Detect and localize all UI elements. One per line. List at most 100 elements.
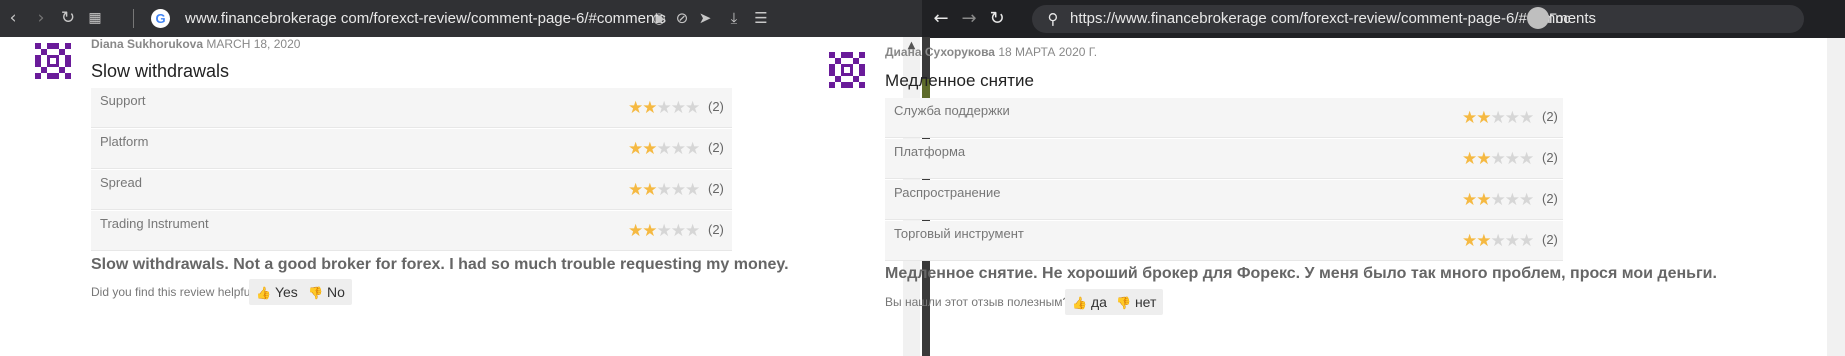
address-bar-url[interactable]: www.financebrokerage com/forexct-review/… (185, 9, 666, 28)
star-icon[interactable]: ★ (685, 139, 700, 159)
star-icon[interactable]: ★ (642, 139, 657, 159)
rating-label: Платформа (894, 144, 966, 159)
rating-label: Platform (100, 134, 149, 149)
reload-icon[interactable]: ↻ (986, 8, 1008, 30)
rating-label: Служба поддержки (894, 103, 1010, 118)
profile-avatar-icon[interactable] (1527, 7, 1549, 29)
rating-count: (2) (708, 99, 724, 114)
star-icon[interactable]: ★ (642, 221, 657, 241)
star-icon[interactable]: ★ (1462, 108, 1477, 128)
star-icon[interactable]: ★ (1505, 231, 1520, 251)
camera-icon[interactable]: ◉ (648, 7, 670, 29)
rating-row: Торговый инструмент ★★★★★ (2) (885, 221, 1563, 261)
block-icon[interactable]: ⊘ (671, 7, 693, 29)
forward-arrow-icon[interactable]: › (30, 7, 52, 29)
star-icon[interactable]: ★ (628, 221, 643, 241)
left-browser-window: ‹ › ↻ ▦ G www.financebrokerage com/forex… (0, 0, 922, 356)
right-scrollbar[interactable] (1827, 38, 1845, 356)
address-bar-url[interactable]: https://www.financebrokerage com/forexct… (1070, 10, 1596, 28)
review-title: Медленное снятие (885, 71, 1034, 90)
star-rating[interactable]: ★★★★★ (1462, 149, 1534, 169)
review-author: Diana Sukhorukova MARCH 18, 2020 (91, 37, 300, 51)
helpful-no-button[interactable]: 👎 No (301, 279, 352, 305)
star-icon[interactable]: ★ (1462, 149, 1477, 169)
star-icon[interactable]: ★ (671, 98, 686, 118)
star-icon[interactable]: ★ (671, 180, 686, 200)
helpful-yes-button[interactable]: 👍 да (1065, 289, 1114, 315)
star-rating[interactable]: ★★★★★ (628, 221, 700, 241)
star-icon[interactable]: ★ (1462, 231, 1477, 251)
star-icon[interactable]: ★ (1505, 149, 1520, 169)
rating-row: Платформа ★★★★★ (2) (885, 139, 1563, 179)
star-icon[interactable]: ★ (685, 180, 700, 200)
review-title: Slow withdrawals (91, 61, 230, 81)
omnibox[interactable]: ⚲ https://www.financebrokerage com/forex… (1032, 5, 1804, 33)
right-toolbar: ← → ↻ ⚲ https://www.financebrokerage com… (922, 0, 1845, 38)
rating-label: Support (100, 93, 146, 108)
reload-icon[interactable]: ↻ (57, 7, 79, 29)
star-icon[interactable]: ★ (1476, 190, 1491, 210)
review-author: Диана Сухорукова 18 МАРТА 2020 Г. (885, 45, 1097, 59)
star-icon[interactable]: ★ (628, 139, 643, 159)
star-icon[interactable]: ★ (1491, 190, 1506, 210)
star-icon[interactable]: ★ (628, 98, 643, 118)
download-icon[interactable]: ⤓ (723, 7, 745, 29)
helpful-question: Did you find this review helpful? (91, 285, 260, 299)
rating-count: (2) (1542, 150, 1558, 165)
star-icon[interactable]: ★ (657, 139, 672, 159)
helpful-no-button[interactable]: 👎 нет (1109, 289, 1164, 315)
star-icon[interactable]: ★ (1491, 231, 1506, 251)
thumbs-down-icon: 👎 (308, 286, 323, 300)
star-icon[interactable]: ★ (1476, 149, 1491, 169)
helpful-question: Вы нашли этот отзыв полезным? (885, 295, 1070, 309)
star-icon[interactable]: ★ (1505, 108, 1520, 128)
star-icon[interactable]: ★ (657, 221, 672, 241)
star-icon[interactable]: ★ (642, 98, 657, 118)
yes-label: Yes (274, 284, 298, 300)
star-icon[interactable]: ★ (1462, 190, 1477, 210)
avatar (922, 0, 944, 36)
author-name: Диана Сухорукова (885, 45, 995, 59)
star-icon[interactable]: ★ (657, 98, 672, 118)
menu-icon[interactable]: ☰ (750, 7, 772, 29)
rating-label: Торговый инструмент (894, 226, 1024, 241)
star-rating[interactable]: ★★★★★ (1462, 108, 1534, 128)
star-icon[interactable]: ★ (1476, 231, 1491, 251)
helpful-yes-button[interactable]: 👍 Yes (249, 279, 305, 305)
star-rating[interactable]: ★★★★★ (628, 180, 700, 200)
star-icon[interactable]: ★ (1491, 108, 1506, 128)
star-icon[interactable]: ★ (1491, 149, 1506, 169)
star-icon[interactable]: ★ (685, 98, 700, 118)
star-icon[interactable]: ★ (671, 221, 686, 241)
no-label: нет (1134, 294, 1157, 310)
grid-icon[interactable]: ▦ (84, 7, 106, 29)
star-icon[interactable]: ★ (685, 221, 700, 241)
star-icon[interactable]: ★ (1505, 190, 1520, 210)
rating-count: (2) (708, 181, 724, 196)
review-body: Slow withdrawals. Not a good broker for … (91, 256, 789, 273)
rating-row: Служба поддержки ★★★★★ (2) (885, 98, 1563, 138)
star-icon[interactable]: ★ (671, 139, 686, 159)
star-icon[interactable]: ★ (1519, 231, 1534, 251)
rating-row: Spread ★★★★★ (2) (91, 170, 732, 210)
star-icon[interactable]: ★ (1519, 108, 1534, 128)
star-rating[interactable]: ★★★★★ (1462, 231, 1534, 251)
avatar (35, 43, 71, 79)
star-rating[interactable]: ★★★★★ (1462, 190, 1534, 210)
star-icon[interactable]: ★ (642, 180, 657, 200)
forward-arrow-icon[interactable]: → (958, 8, 980, 30)
star-icon[interactable]: ★ (628, 180, 643, 200)
screen: ‹ › ↻ ▦ G www.financebrokerage com/forex… (0, 0, 1845, 356)
star-rating[interactable]: ★★★★★ (628, 139, 700, 159)
star-icon[interactable]: ★ (657, 180, 672, 200)
rating-label: Trading Instrument (100, 216, 209, 231)
rating-label: Распространение (894, 185, 1001, 200)
back-arrow-icon[interactable]: ‹ (2, 7, 24, 29)
thumbs-down-icon: 👎 (1116, 296, 1131, 310)
star-icon[interactable]: ★ (1519, 149, 1534, 169)
star-icon[interactable]: ★ (1519, 190, 1534, 210)
profile-label[interactable]: Гос (1549, 9, 1570, 28)
star-icon[interactable]: ★ (1476, 108, 1491, 128)
send-icon[interactable]: ➤ (694, 7, 716, 29)
star-rating[interactable]: ★★★★★ (628, 98, 700, 118)
